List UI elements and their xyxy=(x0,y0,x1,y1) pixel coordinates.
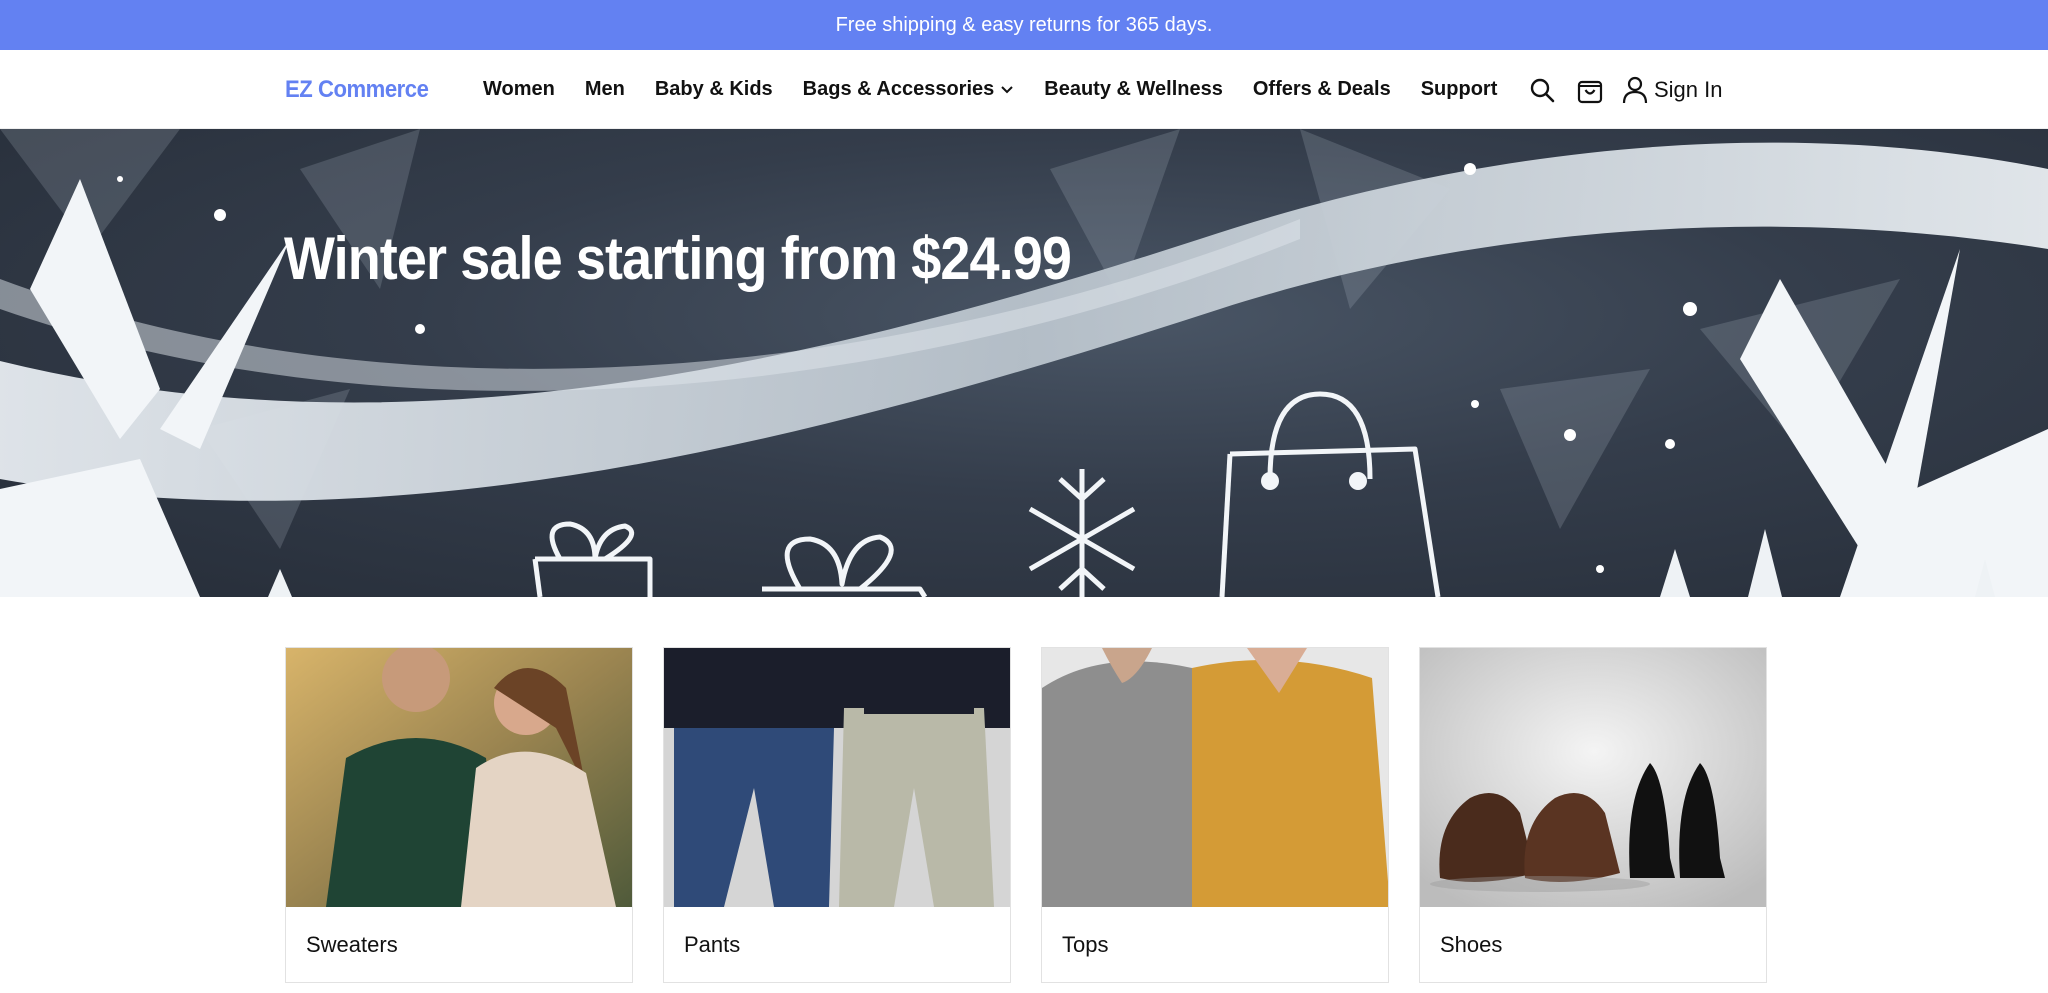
category-label: Pants xyxy=(684,932,741,957)
category-card-tops[interactable]: Tops xyxy=(1041,647,1389,983)
nav-item-label: Support xyxy=(1420,78,1498,100)
nav-item-offers-deals[interactable]: Offers & Deals xyxy=(1253,78,1391,101)
sign-in-label: Sign In xyxy=(1654,76,1723,102)
nav-item-beauty-wellness[interactable]: Beauty & Wellness xyxy=(1044,78,1223,101)
category-grid: Sweaters Pants Tops Shoes xyxy=(285,647,1767,983)
nav-item-label: Women xyxy=(483,78,555,100)
nav-item-baby-kids[interactable]: Baby & Kids xyxy=(655,78,773,101)
nav-item-support[interactable]: Support xyxy=(1421,78,1498,101)
category-image-shoes xyxy=(1420,648,1766,907)
hero-banner[interactable]: Winter sale starting from $24.99 xyxy=(0,129,2048,597)
hero-background-illustration xyxy=(0,129,2048,597)
user-icon xyxy=(1622,76,1648,103)
category-image-sweaters xyxy=(286,648,632,907)
promo-text: Free shipping & easy returns for 365 day… xyxy=(835,13,1213,36)
shopping-bag-icon[interactable] xyxy=(1576,76,1604,104)
category-label: Tops xyxy=(1062,932,1109,957)
logo[interactable]: EZ Commerce xyxy=(285,50,429,129)
category-label: Shoes xyxy=(1440,932,1503,957)
category-label: Sweaters xyxy=(306,932,398,957)
nav-item-women[interactable]: Women xyxy=(483,78,555,101)
sign-in-button[interactable]: Sign In xyxy=(1622,76,1723,104)
category-card-shoes[interactable]: Shoes xyxy=(1419,647,1767,983)
hero-title: Winter sale starting from $24.99 xyxy=(284,225,1072,292)
nav-item-label: Baby & Kids xyxy=(654,78,773,100)
site-header: EZ Commerce Women Men Baby & Kids Bags &… xyxy=(0,50,2048,129)
category-card-sweaters[interactable]: Sweaters xyxy=(285,647,633,983)
search-icon[interactable] xyxy=(1528,76,1556,104)
nav-item-label: Offers & Deals xyxy=(1252,78,1391,100)
promo-banner: Free shipping & easy returns for 365 day… xyxy=(0,0,2048,50)
nav-item-label: Men xyxy=(584,78,625,100)
nav-item-bags-accessories[interactable]: Bags & Accessories xyxy=(803,78,1015,101)
header-actions: Sign In xyxy=(1528,50,1723,129)
category-image-pants xyxy=(664,648,1010,907)
nav-item-label: Bags & Accessories xyxy=(802,78,995,100)
nav-item-men[interactable]: Men xyxy=(585,78,625,101)
nav-item-label: Beauty & Wellness xyxy=(1044,78,1223,100)
category-card-pants[interactable]: Pants xyxy=(663,647,1011,983)
category-image-tops xyxy=(1042,648,1388,907)
chevron-down-icon xyxy=(1000,85,1014,95)
main-nav: Women Men Baby & Kids Bags & Accessories… xyxy=(483,50,1527,129)
